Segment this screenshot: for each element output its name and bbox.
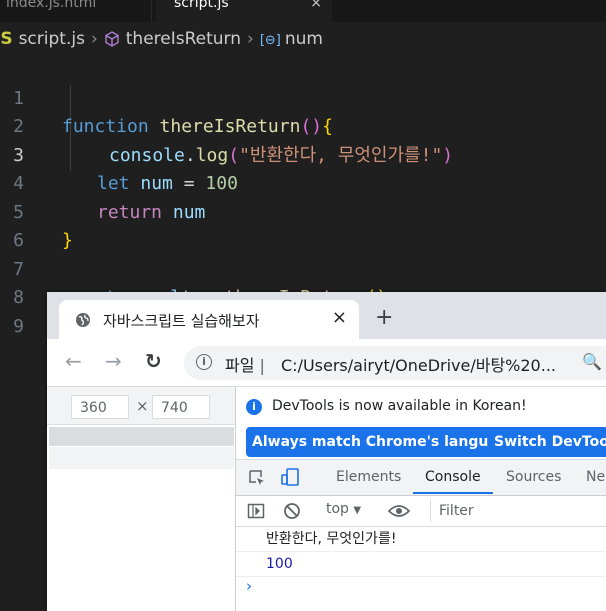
forward-button[interactable]: →: [105, 350, 122, 372]
console-message: 100: [236, 552, 606, 577]
times-label: ×: [136, 397, 149, 415]
info-icon: i: [246, 399, 262, 415]
media-query-bar[interactable]: [49, 427, 234, 446]
tab-title: 자바스크립트 실습해보자: [103, 312, 260, 330]
switch-devtools-button[interactable]: Switch DevTools: [488, 427, 606, 457]
close-icon[interactable]: ×: [310, 0, 322, 14]
close-icon[interactable]: ×: [332, 307, 347, 328]
info-icon[interactable]: i: [196, 354, 212, 370]
tab-console[interactable]: Console: [425, 469, 481, 485]
variable-icon: [⊖]: [259, 33, 281, 48]
ruler-bar: [49, 447, 234, 469]
breadcrumb-symbol[interactable]: thereIsReturn: [126, 29, 241, 49]
code-line-1[interactable]: 1 function thereIsReturn(){: [0, 56, 606, 138]
js-file-icon: JS: [0, 29, 13, 49]
code-line-2[interactable]: 2 console.log("반환한다, 무엇인가를!"): [0, 85, 606, 166]
reload-button[interactable]: ↻: [145, 350, 162, 372]
url-text: C:/Users/airyt/OneDrive/바탕%20...: [281, 356, 556, 375]
scheme-label: 파일 |: [225, 356, 265, 375]
filter-input[interactable]: Filter: [430, 500, 606, 522]
devtools-panel: i DevTools is now available in Korean! A…: [236, 387, 606, 611]
chrome-window: 자바스크립트 실습해보자 × + ← → ↻ i 파일 | C:/Users/a…: [47, 292, 606, 611]
devtools-tabs: Elements Console Sources Ne: [236, 460, 606, 496]
tab-label: index.js.html: [6, 0, 97, 11]
console-log-number: 100: [266, 556, 293, 572]
new-tab-button[interactable]: +: [375, 307, 393, 329]
tab-elements[interactable]: Elements: [336, 469, 401, 485]
console-log-text: 반환한다, 무엇인가를!: [266, 531, 397, 547]
code-line-4[interactable]: 4 return num: [0, 142, 606, 223]
editor-tab-script-js[interactable]: script.js ×: [156, 0, 332, 22]
chevron-right-icon: ›: [90, 29, 98, 49]
line-number: 9: [13, 315, 24, 337]
notice-text: DevTools is now available in Korean!: [272, 398, 527, 414]
browser-tab-strip: 자바스크립트 실습해보자 × +: [47, 292, 606, 339]
device-width-input[interactable]: 360: [71, 395, 129, 419]
sidebar-toggle-icon[interactable]: [247, 502, 265, 520]
console-toolbar: top ▼ Filter: [236, 496, 606, 527]
always-match-language-button[interactable]: Always match Chrome's language: [246, 427, 524, 457]
breadcrumb-file[interactable]: script.js: [19, 29, 85, 49]
clear-console-icon[interactable]: [283, 502, 301, 520]
device-height-input[interactable]: 740: [152, 395, 210, 419]
browser-toolbar: ← → ↻ i 파일 | C:/Users/airyt/OneDrive/바탕%…: [47, 339, 606, 387]
code-line-7[interactable]: 7 const result = thereIsReturn(): [0, 227, 606, 309]
context-selector[interactable]: top ▼: [326, 501, 361, 517]
address-bar[interactable]: i 파일 | C:/Users/airyt/OneDrive/바탕%20... …: [184, 346, 606, 380]
editor-tab-strip: index.js.html script.js ×: [0, 0, 606, 22]
dimensions-bar: 360 × 740: [47, 387, 235, 425]
tab-sources[interactable]: Sources: [506, 469, 561, 485]
inspect-element-icon[interactable]: [248, 469, 266, 487]
dropdown-arrow-icon: ▼: [353, 505, 362, 516]
zoom-icon[interactable]: 🔍: [582, 352, 602, 371]
device-emulation-area: 360 × 740: [47, 387, 236, 611]
device-toolbar-icon[interactable]: [280, 467, 300, 487]
code-line-5[interactable]: 5 }: [0, 170, 606, 252]
browser-tab[interactable]: 자바스크립트 실습해보자 ×: [59, 300, 359, 339]
code-line-6[interactable]: 6: [0, 199, 606, 251]
tab-network[interactable]: Ne: [586, 469, 605, 485]
breadcrumb-variable[interactable]: num: [285, 29, 323, 49]
tab-label: script.js: [174, 0, 229, 11]
back-button[interactable]: ←: [65, 350, 82, 372]
language-notice: i DevTools is now available in Korean! A…: [236, 387, 606, 460]
code-line-3[interactable]: 3 let num = 100: [0, 113, 606, 195]
editor-tab-index-html[interactable]: index.js.html: [0, 0, 152, 22]
console-message: 반환한다, 무엇인가를!: [236, 527, 606, 552]
chevron-right-icon: ›: [247, 29, 254, 49]
globe-icon: [76, 313, 90, 327]
code-line-8[interactable]: 8 console.log(result): [0, 256, 606, 337]
console-prompt[interactable]: ›: [246, 577, 252, 595]
eye-icon[interactable]: [388, 503, 410, 519]
active-tab-indicator: [413, 492, 493, 494]
method-cube-icon: [105, 31, 119, 47]
breadcrumb: JSscript.js›thereIsReturn›[⊖]num: [0, 25, 606, 53]
